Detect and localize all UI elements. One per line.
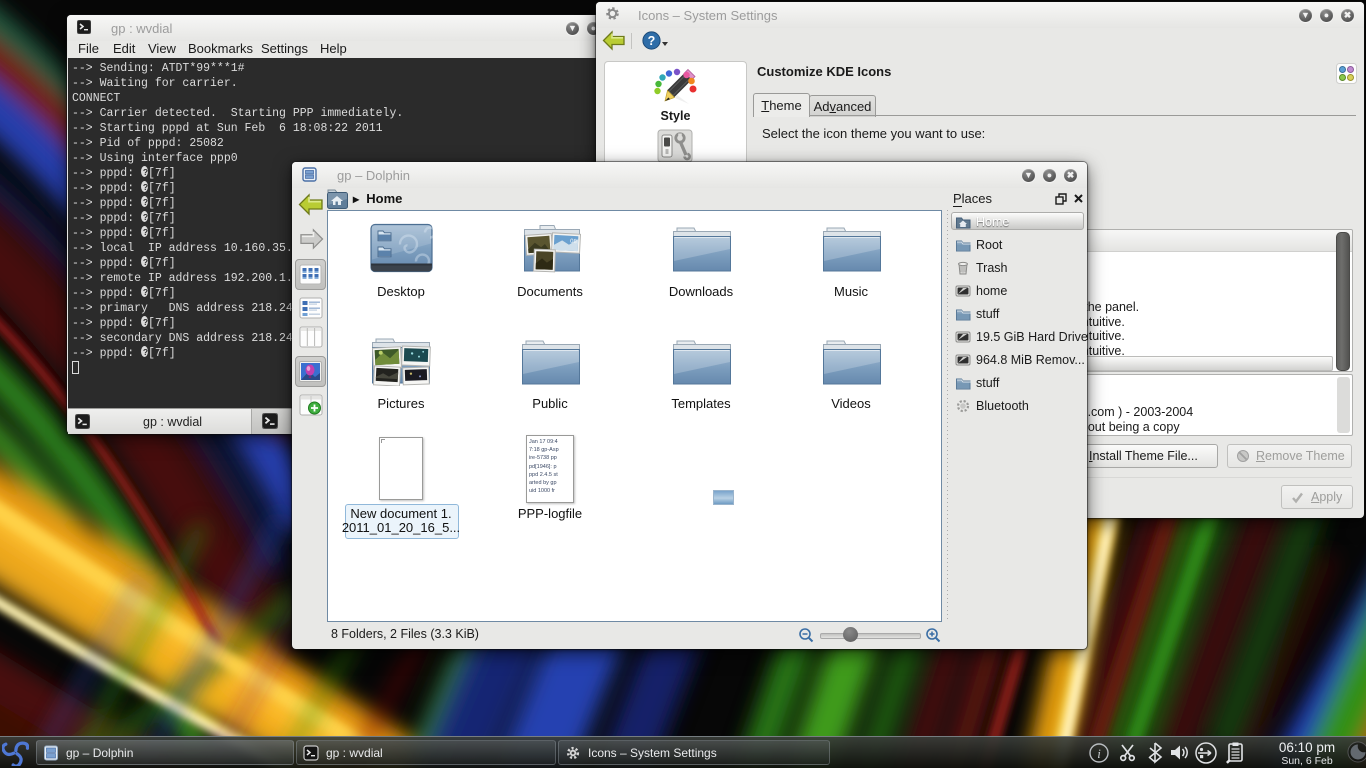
svg-text:?: ? [648,34,656,48]
svg-text:i: i [1097,746,1101,761]
